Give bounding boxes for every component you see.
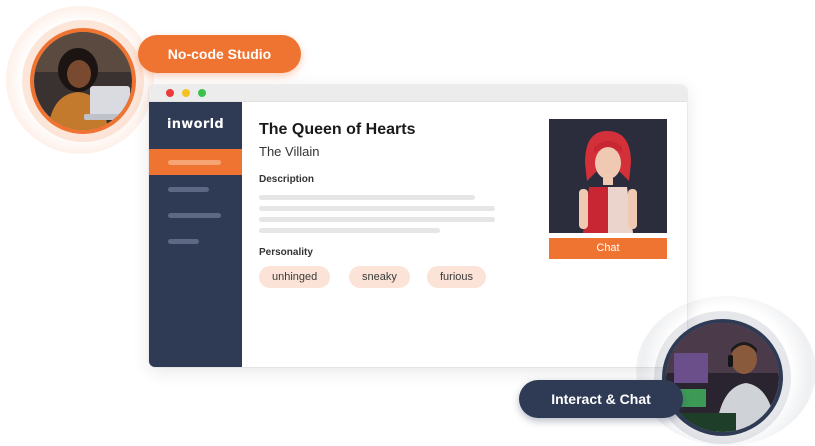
description-line: [259, 195, 475, 200]
sidebar: inworld: [149, 102, 242, 367]
description-line: [259, 217, 495, 222]
app-window: inworld The Queen of Hearts The Villain …: [149, 85, 687, 367]
description-line: [259, 228, 440, 233]
character-role: The Villain: [259, 144, 320, 159]
character-name: The Queen of Hearts: [259, 121, 416, 138]
personality-tag[interactable]: unhinged: [259, 266, 331, 288]
character-detail: The Queen of Hearts The Villain Descript…: [242, 102, 687, 367]
creator-photo: [34, 32, 132, 130]
yellow-dot-icon[interactable]: [182, 89, 190, 97]
inworld-logo: inworld: [167, 117, 224, 132]
sidebar-item-3[interactable]: [168, 213, 221, 218]
interact-chat-badge: Interact & Chat: [519, 380, 683, 418]
creator-avatar: [30, 28, 136, 134]
sidebar-item-active[interactable]: [149, 149, 242, 175]
character-portrait: [549, 119, 667, 233]
no-code-studio-badge: No-code Studio: [138, 35, 301, 73]
sidebar-item-2[interactable]: [168, 187, 209, 192]
red-dot-icon[interactable]: [166, 89, 174, 97]
window-titlebar: [149, 85, 687, 102]
player-photo: [666, 323, 779, 432]
description-line: [259, 206, 495, 211]
player-avatar: [662, 319, 783, 436]
description-label: Description: [259, 174, 315, 185]
personality-label: Personality: [259, 247, 313, 258]
chat-button[interactable]: Chat: [549, 238, 667, 259]
personality-tag[interactable]: furious: [427, 266, 487, 288]
sidebar-item-4[interactable]: [168, 239, 199, 244]
green-dot-icon[interactable]: [198, 89, 206, 97]
personality-tag[interactable]: sneaky: [349, 266, 410, 288]
sidebar-item-placeholder: [168, 160, 221, 165]
